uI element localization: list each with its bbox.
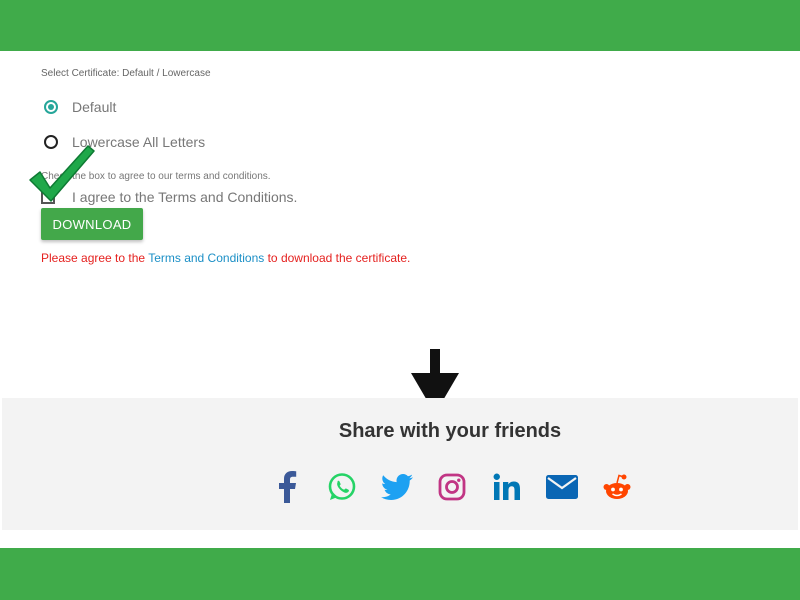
- radio-option-default[interactable]: Default: [44, 99, 116, 115]
- share-icons-row: [270, 470, 655, 504]
- terms-checkbox-label: I agree to the Terms and Conditions.: [72, 189, 298, 205]
- facebook-icon[interactable]: [270, 470, 304, 504]
- radio-button-default[interactable]: [44, 100, 58, 114]
- reddit-icon[interactable]: [600, 470, 634, 504]
- download-button[interactable]: DOWNLOAD: [41, 208, 143, 240]
- linkedin-icon[interactable]: [490, 470, 524, 504]
- twitter-icon[interactable]: [380, 470, 414, 504]
- error-message: Please agree to the Terms and Conditions…: [41, 251, 410, 265]
- radio-label-default: Default: [72, 99, 117, 115]
- terms-link[interactable]: Terms and Conditions: [148, 251, 264, 265]
- footer-bar: [0, 548, 800, 600]
- green-checkmark-icon: [29, 145, 95, 202]
- certificate-form: Select Certificate: Default / Lowercase …: [0, 0, 800, 400]
- error-text-before: Please agree to the: [41, 251, 149, 265]
- error-text-after: to download the certificate.: [264, 251, 411, 265]
- share-title: Share with your friends: [338, 420, 562, 442]
- email-icon[interactable]: [545, 470, 579, 504]
- share-section: Share with your friends: [2, 398, 798, 530]
- whatsapp-icon[interactable]: [325, 470, 359, 504]
- certificate-select-label: Select Certificate: Default / Lowercase: [41, 68, 211, 79]
- instagram-icon[interactable]: [435, 470, 469, 504]
